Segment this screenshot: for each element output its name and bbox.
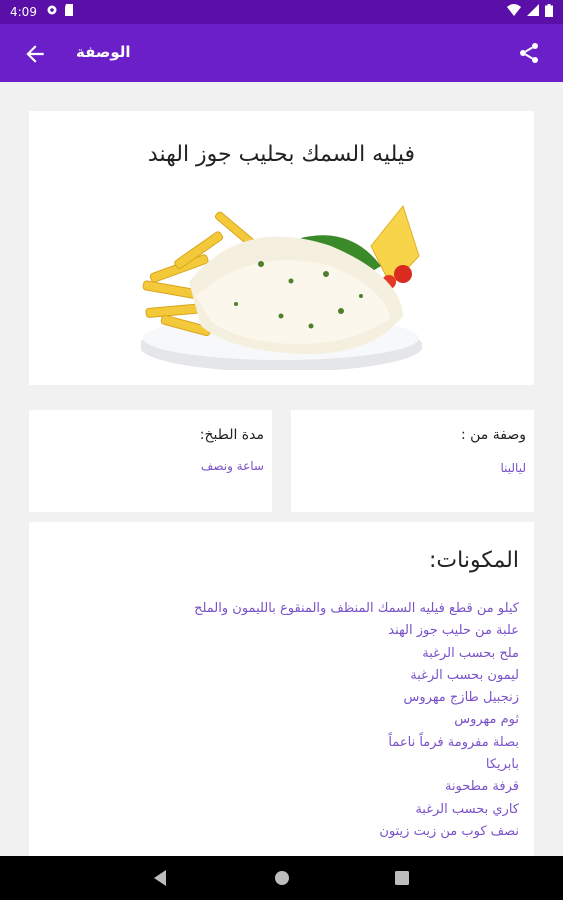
recipe-source-value[interactable]: ليالينا: [501, 461, 527, 475]
ingredient-item: زنجبيل طازج مهروس: [403, 690, 520, 706]
recipe-title: فيليه السمك بحليب جوز الهند: [147, 142, 416, 167]
ingredients-title: المكونات:: [429, 548, 519, 573]
cooking-time-value: ساعة ونصف: [200, 459, 264, 473]
app-bar: الوصفة: [0, 24, 563, 82]
ingredient-item: بابريكا: [485, 757, 519, 773]
back-arrow-icon[interactable]: [22, 41, 48, 67]
ingredient-item: ملح بحسب الرغبة: [422, 645, 519, 661]
ingredient-item: بصلة مفرومة فرماً ناعماً: [388, 734, 519, 750]
ingredient-item: نصف كوب من زيت زيتون: [379, 823, 519, 839]
settings-icon: [47, 5, 57, 15]
nav-recents-icon[interactable]: [394, 869, 410, 887]
recipe-source-card: [291, 410, 534, 512]
ingredient-item: قرفة مطحونة: [444, 779, 519, 795]
page-title: الوصفة: [76, 43, 131, 61]
battery-icon: [545, 4, 553, 17]
ingredient-item: ثوم مهروس: [454, 712, 519, 728]
cooking-time-label: مدة الطبخ:: [199, 427, 264, 443]
ingredient-item: ليمون بحسب الرغبة: [410, 667, 519, 683]
status-bar: 4:09: [0, 0, 563, 24]
ingredient-item: كاري بحسب الرغبة: [415, 801, 519, 817]
sd-card-icon: [65, 4, 73, 16]
recipe-source-label: وصفة من :: [460, 427, 526, 443]
nav-back-icon[interactable]: [152, 869, 168, 887]
wifi-icon: [507, 4, 521, 16]
recipe-image: [141, 186, 422, 370]
system-navigation-bar: [0, 856, 563, 900]
ingredient-item: علبة من حليب جوز الهند: [388, 623, 519, 639]
nav-home-icon[interactable]: [274, 869, 290, 887]
signal-icon: [527, 4, 539, 16]
status-time: 4:09: [10, 5, 37, 19]
ingredients-list: كيلو من قطع فيليه السمك المنظف والمنقوع …: [194, 598, 519, 843]
share-icon[interactable]: [517, 41, 541, 65]
ingredient-item: كيلو من قطع فيليه السمك المنظف والمنقوع …: [194, 601, 519, 616]
